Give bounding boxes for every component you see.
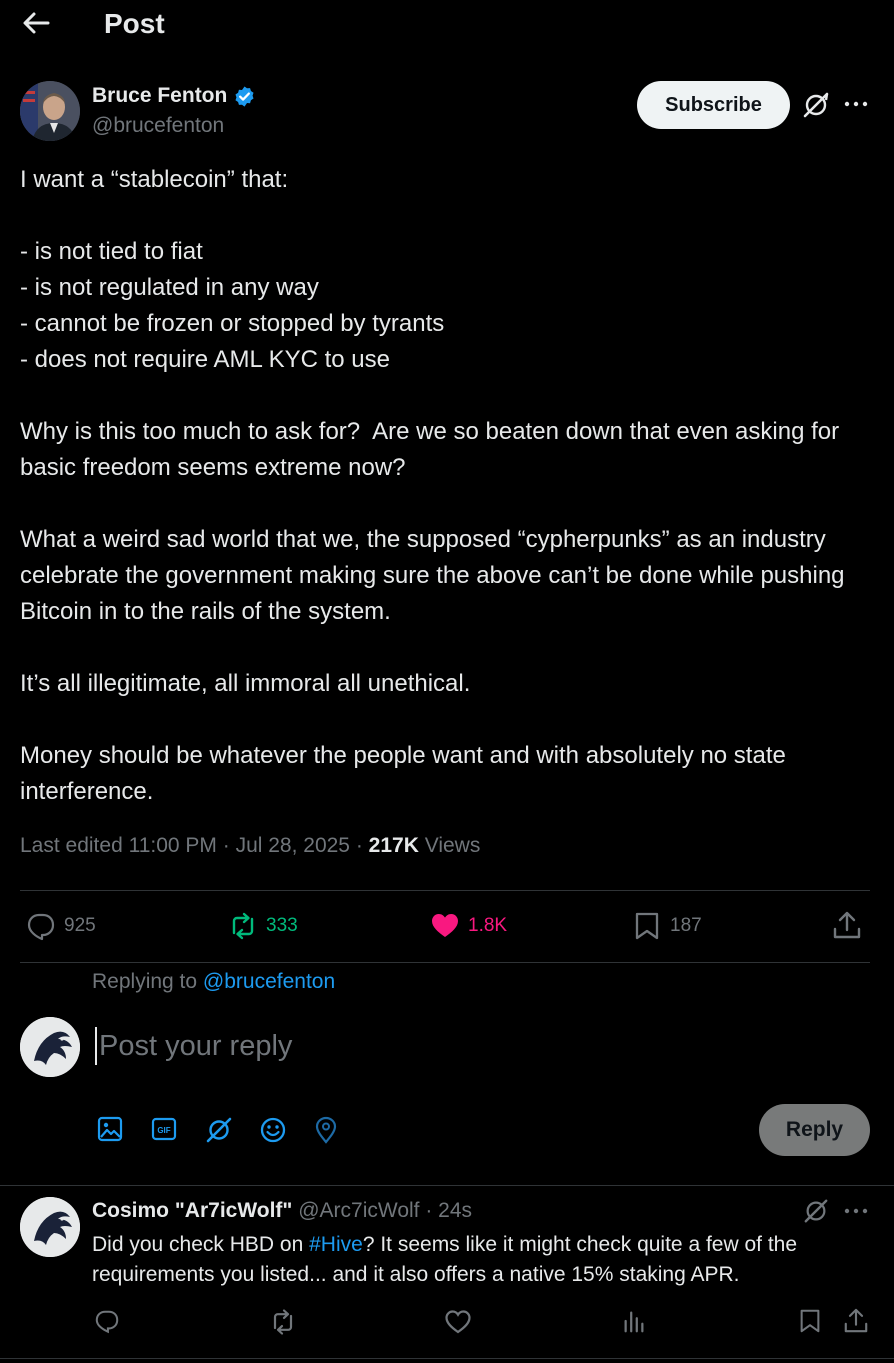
comment-author-name[interactable]: Cosimo "Ar7icWolf": [92, 1199, 292, 1222]
grok-compose-icon[interactable]: [205, 1116, 235, 1146]
reply-count: 925: [64, 915, 96, 936]
divider: [0, 1358, 894, 1359]
comment-avatar[interactable]: [20, 1197, 80, 1257]
hashtag-link[interactable]: #Hive: [309, 1233, 363, 1256]
replying-prefix: Replying to: [92, 970, 203, 993]
post-body: I want a “stablecoin” that: - is not tie…: [20, 166, 845, 805]
more-options-icon[interactable]: [842, 92, 870, 116]
reply-action[interactable]: 925: [26, 911, 96, 941]
bookmark-action[interactable]: 187: [632, 911, 702, 941]
bookmark-icon: [635, 912, 659, 940]
reply-input[interactable]: Post your reply: [95, 1027, 695, 1065]
reply-button[interactable]: Reply: [759, 1104, 870, 1156]
grok-icon[interactable]: [802, 91, 830, 119]
comment-grok-icon[interactable]: [803, 1198, 831, 1226]
author-handle[interactable]: @brucefenton: [92, 114, 224, 138]
author-avatar[interactable]: [20, 81, 80, 141]
post-meta: Last edited 11:00 PM · Jul 28, 2025 · 21…: [20, 834, 480, 858]
reply-icon: [27, 913, 55, 941]
like-action[interactable]: 1.8K: [430, 911, 507, 941]
divider: [20, 962, 870, 963]
comment-more-icon[interactable]: [842, 1199, 870, 1223]
views-label: Views: [418, 834, 481, 857]
user-avatar[interactable]: [20, 1017, 80, 1077]
author-name[interactable]: Bruce Fenton: [92, 84, 256, 108]
location-icon[interactable]: [313, 1116, 343, 1146]
like-count: 1.8K: [468, 915, 508, 936]
repost-action[interactable]: 333: [228, 911, 298, 941]
replying-handle-link[interactable]: @brucefenton: [203, 970, 335, 993]
back-arrow-icon[interactable]: [20, 9, 52, 37]
emoji-icon[interactable]: [259, 1116, 289, 1146]
verified-badge-icon: [233, 85, 256, 108]
comment-handle-time[interactable]: @Arc7icWolf · 24s: [292, 1199, 472, 1222]
heart-icon: [432, 914, 458, 937]
comment-like-icon[interactable]: [444, 1308, 472, 1336]
views-count: 217K: [368, 834, 419, 857]
subscribe-button[interactable]: Subscribe: [637, 81, 790, 129]
repost-count: 333: [266, 915, 298, 936]
gif-icon[interactable]: GIF: [151, 1116, 181, 1146]
share-button[interactable]: [832, 911, 862, 941]
edited-timestamp[interactable]: Last edited 11:00 PM · Jul 28, 2025 ·: [20, 834, 369, 857]
comment-header: Cosimo "Ar7icWolf" @Arc7icWolf · 24s: [92, 1199, 472, 1223]
page-title: Post: [104, 8, 165, 39]
top-bar: Post: [0, 0, 894, 52]
comment-text-before: Did you check HBD on: [92, 1233, 310, 1256]
divider: [20, 890, 870, 891]
comment-share-icon[interactable]: [843, 1308, 871, 1336]
replying-to: Replying to @brucefenton: [92, 970, 335, 994]
comment-bookmark-icon[interactable]: [797, 1308, 825, 1336]
divider: [0, 1185, 894, 1186]
image-icon[interactable]: [97, 1116, 127, 1146]
bookmark-count: 187: [670, 915, 702, 936]
repost-icon: [232, 912, 254, 940]
svg-text:GIF: GIF: [157, 1126, 170, 1135]
author-name-text[interactable]: Bruce Fenton: [92, 84, 227, 108]
comment-views-icon[interactable]: [621, 1308, 649, 1336]
comment-repost-icon[interactable]: [269, 1308, 297, 1336]
share-icon: [833, 911, 861, 939]
comment-reply-icon[interactable]: [94, 1308, 122, 1336]
comment-body: Did you check HBD on #Hive? It seems lik…: [92, 1230, 882, 1290]
